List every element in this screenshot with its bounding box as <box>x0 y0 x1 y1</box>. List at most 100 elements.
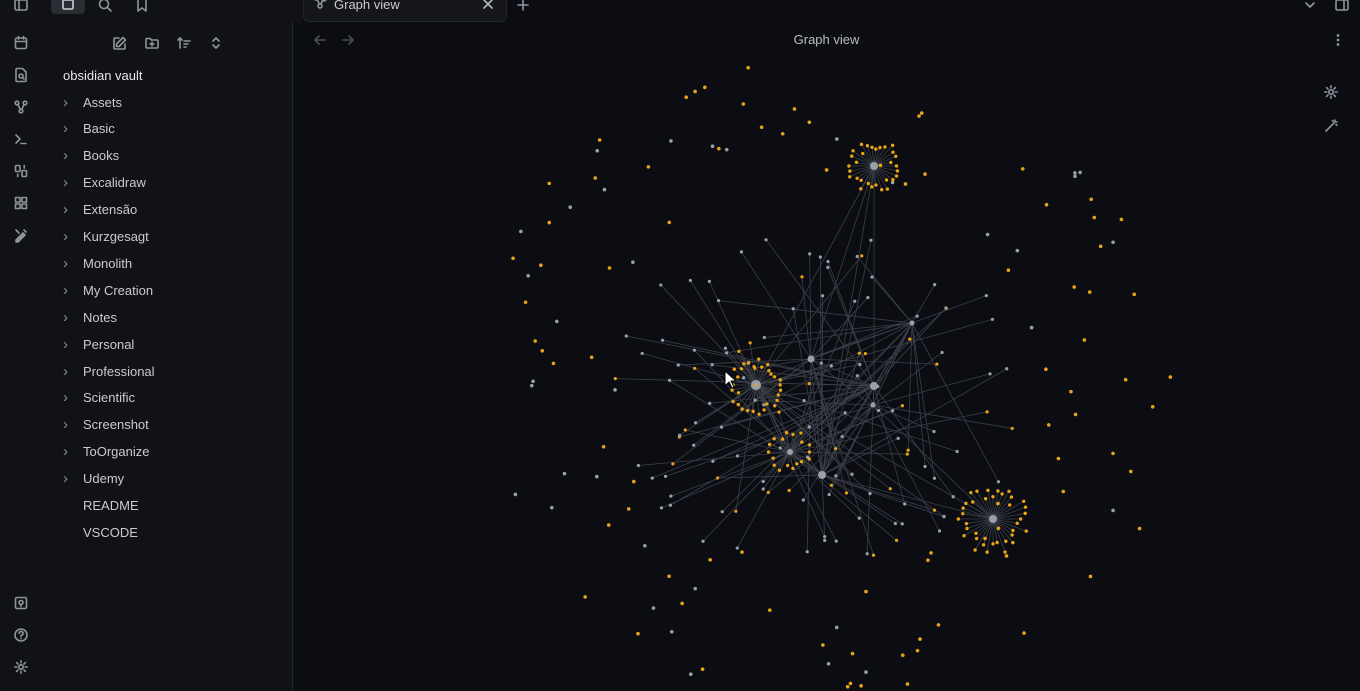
vault-name[interactable]: obsidian vault <box>63 68 143 83</box>
graph-node[interactable] <box>735 546 739 550</box>
graph-node[interactable] <box>741 102 746 106</box>
graph-node[interactable] <box>692 443 696 447</box>
graph-node[interactable] <box>903 182 908 186</box>
tab-graph-view[interactable]: Graph view <box>303 0 507 22</box>
folder-item[interactable]: › ToOrganize <box>63 440 283 464</box>
graph-node[interactable] <box>737 349 741 353</box>
graph-node[interactable] <box>745 408 750 413</box>
graph-hub-node[interactable] <box>909 320 915 326</box>
graph-hub-node[interactable] <box>870 162 878 170</box>
graph-node[interactable] <box>908 337 912 341</box>
graph-node[interactable] <box>932 476 937 480</box>
graph-node[interactable] <box>747 360 751 365</box>
graph-node[interactable] <box>874 183 878 187</box>
graph-node[interactable] <box>876 408 881 413</box>
graph-node[interactable] <box>818 255 822 259</box>
graph-node[interactable] <box>772 404 777 408</box>
graph-node[interactable] <box>923 464 927 469</box>
graph-node[interactable] <box>688 278 692 283</box>
graph-node[interactable] <box>669 494 673 498</box>
graph-node[interactable] <box>1069 389 1073 394</box>
graph-node[interactable] <box>531 379 535 384</box>
folder-item[interactable]: › Books <box>63 144 283 168</box>
graph-node[interactable] <box>1132 292 1137 297</box>
graph-node[interactable] <box>857 516 861 520</box>
graph-node[interactable] <box>990 317 995 321</box>
folder-item[interactable]: › Personal <box>63 332 283 356</box>
graph-node[interactable] <box>1150 404 1155 409</box>
graph-node[interactable] <box>859 187 863 191</box>
graph-node[interactable] <box>791 307 795 311</box>
graph-node[interactable] <box>1137 526 1142 531</box>
new-folder-icon[interactable] <box>143 34 161 52</box>
collapse-icon[interactable] <box>207 34 225 52</box>
graph-node[interactable] <box>551 361 556 366</box>
graph-node[interactable] <box>985 232 990 237</box>
graph-node[interactable] <box>595 474 599 479</box>
file-item[interactable]: README <box>63 494 283 518</box>
graph-node[interactable] <box>986 488 990 493</box>
graph-node[interactable] <box>915 648 920 653</box>
vault-icon[interactable] <box>11 594 31 612</box>
graph-node[interactable] <box>935 362 939 366</box>
graph-node[interactable] <box>626 507 631 511</box>
graph-node[interactable] <box>874 147 878 151</box>
graph-node[interactable] <box>667 378 672 382</box>
graph-node[interactable] <box>824 168 829 172</box>
graph-node[interactable] <box>915 314 919 318</box>
graph-node[interactable] <box>854 160 859 164</box>
graph-node[interactable] <box>700 667 705 671</box>
search-icon[interactable] <box>96 0 114 14</box>
graph-hub-node[interactable] <box>787 449 793 455</box>
graph-node[interactable] <box>850 472 854 476</box>
graph-hub-node[interactable] <box>989 515 997 523</box>
graph-node[interactable] <box>984 293 988 298</box>
graph-node[interactable] <box>983 497 988 501</box>
graph-canvas[interactable] <box>293 22 1360 691</box>
graph-node[interactable] <box>684 95 689 99</box>
new-note-icon[interactable] <box>111 34 129 52</box>
graph-node[interactable] <box>1044 202 1049 207</box>
graph-node[interactable] <box>740 407 744 411</box>
graph-node[interactable] <box>1073 174 1077 179</box>
graph-node[interactable] <box>519 229 523 234</box>
graph-node[interactable] <box>932 429 936 434</box>
graph-node[interactable] <box>778 383 782 387</box>
graph-node[interactable] <box>771 456 775 460</box>
graph-node[interactable] <box>895 169 900 173</box>
graph-node[interactable] <box>858 362 862 367</box>
graph-node[interactable] <box>799 459 804 464</box>
graph-node[interactable] <box>1078 170 1082 175</box>
graph-node[interactable] <box>667 574 671 579</box>
graph-node[interactable] <box>547 220 552 225</box>
graph-node[interactable] <box>905 682 910 686</box>
graph-node[interactable] <box>606 523 611 527</box>
graph-node[interactable] <box>1073 171 1077 175</box>
graph-node[interactable] <box>1111 508 1115 513</box>
graph-node[interactable] <box>844 491 849 495</box>
graph-node[interactable] <box>739 250 744 254</box>
graph-node[interactable] <box>683 428 687 432</box>
folder-item[interactable]: › Notes <box>63 305 283 329</box>
sort-icon[interactable] <box>175 34 193 52</box>
graph-node[interactable] <box>800 275 804 279</box>
graph-node[interactable] <box>765 402 769 406</box>
graph-node[interactable] <box>857 351 861 355</box>
graph-node[interactable] <box>757 357 761 361</box>
graph-node[interactable] <box>969 490 973 495</box>
graph-node[interactable] <box>834 474 838 478</box>
file-item[interactable]: VSCODE <box>63 520 283 544</box>
graph-node[interactable] <box>667 220 672 225</box>
graph-node[interactable] <box>740 550 744 554</box>
graph-node[interactable] <box>757 412 761 416</box>
graph-node[interactable] <box>613 388 617 392</box>
graph-node[interactable] <box>1072 285 1077 289</box>
graph-node[interactable] <box>888 487 892 491</box>
graph-node[interactable] <box>689 672 693 677</box>
graph-node[interactable] <box>636 463 640 468</box>
graph-node[interactable] <box>533 339 537 343</box>
graph-node[interactable] <box>1168 375 1173 379</box>
graph-node[interactable] <box>715 476 720 480</box>
graph-node[interactable] <box>800 440 804 444</box>
graph-node[interactable] <box>843 411 847 415</box>
